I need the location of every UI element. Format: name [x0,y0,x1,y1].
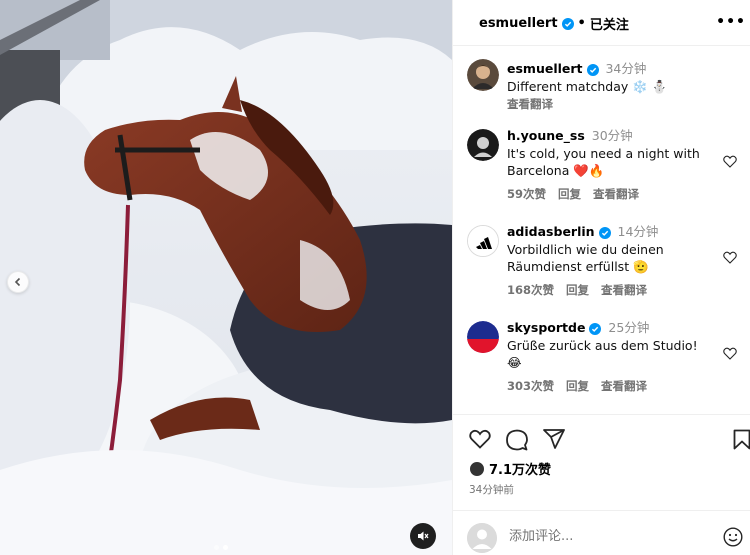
comment-icon[interactable] [506,429,528,451]
avatar[interactable] [467,225,499,257]
verified-badge-icon [589,322,602,335]
likes-count[interactable]: 7.1万次赞 [489,459,551,478]
see-translation-link[interactable]: 查看翻译 [601,282,647,298]
comment-text: Vorbildlich wie du deinen Räumdienst erf… [507,242,664,274]
speaker-muted-icon [418,531,429,541]
mute-button[interactable] [410,523,436,549]
heart-icon[interactable] [723,155,737,168]
caption: esmuellert 34分钟 Different matchday ❄️ ⛄ … [453,55,750,121]
reply-button[interactable]: 回复 [566,378,589,394]
avatar[interactable] [467,59,499,91]
comment-text: It's cold, you need a night with Barcelo… [507,146,700,178]
avatar[interactable] [467,321,499,353]
horse-in-snow-image [0,0,452,555]
comment: adidasberlin 14分钟 Vorbildlich wie du dei… [453,221,750,317]
caption-time[interactable]: 34分钟 [605,61,646,76]
share-icon[interactable] [543,429,565,449]
current-user-avatar [467,523,497,553]
reply-button[interactable]: 回复 [566,282,589,298]
see-translation-link[interactable]: 查看翻译 [593,186,639,202]
verified-badge-icon [586,63,599,76]
comment-time[interactable]: 30分钟 [592,128,633,143]
comment-like-count[interactable]: 303次赞 [507,378,554,394]
liker-avatar [469,460,485,477]
comment-time[interactable]: 25分钟 [608,320,649,335]
see-translation-link[interactable]: 查看翻译 [507,96,553,112]
post-header: esmuellert • 已关注 ••• [453,0,750,46]
comment-username[interactable]: h.youne_ss [507,128,585,143]
post-actions-bar [453,414,750,456]
adidas-logo [468,226,498,256]
heart-icon[interactable] [469,429,491,449]
comment-text: Grüße zurück aus dem Studio! 😂 [507,338,698,370]
comment-username[interactable]: skysportde [507,320,585,335]
author-username[interactable]: esmuellert [479,16,558,31]
chevron-left-icon [14,277,21,287]
add-comment-bar [453,510,750,555]
default-avatar-icon [467,523,497,553]
add-comment-input[interactable] [509,529,709,544]
heart-icon[interactable] [723,251,737,264]
heart-icon[interactable] [723,347,737,360]
header-separator: • [577,16,586,31]
comments-list: esmuellert 34分钟 Different matchday ❄️ ⛄ … [453,55,750,413]
avatar[interactable] [467,129,499,161]
verified-badge-icon [561,17,574,30]
comment: h.youne_ss 30分钟 It's cold, you need a ni… [453,125,750,221]
carousel-prev-button[interactable] [7,271,29,293]
sky-sport-logo [467,321,499,353]
caption-username[interactable]: esmuellert [507,61,583,76]
carousel-dot [214,545,219,550]
post-media[interactable] [0,0,452,555]
carousel-dot-active [223,545,228,550]
verified-badge-icon [598,226,611,239]
post-details-panel: esmuellert • 已关注 ••• esmuellert 34分钟 Dif… [452,0,750,555]
see-translation-link[interactable]: 查看翻译 [601,378,647,394]
commenter-avatar-image [467,129,499,161]
reply-button[interactable]: 回复 [558,186,581,202]
caption-text: Different matchday ❄️ ⛄ [507,79,668,94]
emoji-icon[interactable] [723,527,743,547]
carousel-indicator [214,545,228,550]
following-button[interactable]: 已关注 [590,14,629,33]
comment-like-count[interactable]: 59次赞 [507,186,546,202]
more-options-button[interactable]: ••• [716,14,746,30]
comment-time[interactable]: 14分钟 [618,224,659,239]
comment: skysportde 25分钟 Grüße zurück aus dem Stu… [453,317,750,413]
comment-username[interactable]: adidasberlin [507,224,595,239]
header-user: esmuellert • 已关注 [479,14,629,33]
likes-summary[interactable]: 7.1万次赞 [469,459,551,478]
author-avatar-image [467,59,499,91]
comment-like-count[interactable]: 168次赞 [507,282,554,298]
post-timestamp[interactable]: 34分钟前 [469,482,514,497]
bookmark-icon[interactable] [733,429,750,450]
